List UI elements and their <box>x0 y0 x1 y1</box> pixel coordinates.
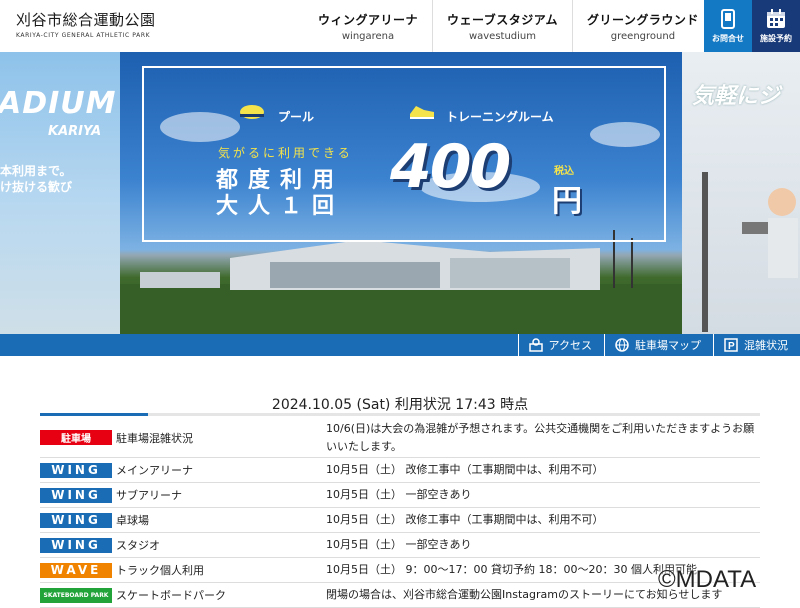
tag-cell: WING <box>40 537 112 553</box>
nav-item-wingarena[interactable]: ウィングアリーナ wingarena <box>304 0 432 52</box>
tag-cell: WAVE <box>40 562 112 578</box>
logo-subtitle: KARIYA-CITY GENERAL ATHLETIC PARK <box>16 32 151 39</box>
slide-caption-2: け抜ける歓び <box>0 180 73 194</box>
hero-slide-next[interactable]: 気軽にジ <box>682 52 800 334</box>
facility-status: 10月5日（土） 改修工事中（工事期間中は、利用不可） <box>326 463 604 476</box>
tag-cell: SKATEBOARD PARK <box>40 587 112 603</box>
calendar-icon <box>767 8 785 28</box>
hero-price: 400 <box>390 132 511 202</box>
status-title: 2024.10.05 (Sat) 利用状況 17:43 時点 <box>271 397 529 413</box>
hero-slide-current[interactable]: プール トレーニングルーム 気がるに利用できる 都度利用 大人１回 400 税込… <box>120 52 682 334</box>
phone-icon <box>721 8 735 29</box>
contact-label: お問合せ <box>712 33 744 43</box>
site-header: 刈谷市総合運動公園 KARIYA-CITY GENERAL ATHLETIC P… <box>0 0 800 52</box>
parking-icon: P <box>724 338 738 352</box>
facility-name: サブアリーナ <box>116 489 182 502</box>
status-table: 駐車場 駐車場混雑状況 10/6(日)は大会の為混雑が予想されます。公共交通機関… <box>40 418 760 608</box>
parking-map-label: 駐車場マップ <box>635 339 701 352</box>
svg-text:P: P <box>728 341 735 352</box>
status-divider <box>40 413 760 416</box>
parking-map-link[interactable]: 駐車場マップ <box>604 334 713 356</box>
tag-cell: WING <box>40 487 112 503</box>
nav-sublabel: wingarena <box>341 30 395 42</box>
main-nav: ウィングアリーナ wingarena ウェーブスタジアム wavestudium… <box>304 0 713 52</box>
reserve-button[interactable]: 施設予約 <box>752 0 800 52</box>
table-row: WING スタジオ 10月5日（土） 一部空きあり <box>40 533 760 558</box>
skateboard-tag: SKATEBOARD PARK <box>40 587 112 603</box>
table-row: 駐車場 駐車場混雑状況 10/6(日)は大会の為混雑が予想されます。公共交通機関… <box>40 418 760 458</box>
access-label: アクセス <box>548 339 592 352</box>
hero-slide-prev[interactable]: ADIUM KARIYA 本利用まで。 け抜ける歓び <box>0 52 120 334</box>
slide-kariya-text: KARIYA <box>48 124 102 139</box>
table-row: WING メインアリーナ 10月5日（土） 改修工事中（工事期間中は、利用不可） <box>40 458 760 483</box>
facility-name: スケートボードパーク <box>116 589 226 602</box>
nav-item-greenground[interactable]: グリーングラウンド greenground <box>571 0 713 52</box>
tag-cell: 駐車場 <box>40 430 112 445</box>
slide-stadium-text: ADIUM <box>0 86 117 121</box>
nav-sublabel: wavestudium <box>468 30 537 42</box>
shoe-icon <box>410 106 434 119</box>
access-icon <box>528 338 543 352</box>
wing-tag: WING <box>40 487 112 503</box>
globe-icon <box>615 338 629 352</box>
site-logo[interactable]: 刈谷市総合運動公園 KARIYA-CITY GENERAL ATHLETIC P… <box>16 9 156 39</box>
wing-tag: WING <box>40 512 112 528</box>
watermark: ©MDATA <box>658 566 757 593</box>
logo-title: 刈谷市総合運動公園 <box>16 11 156 29</box>
nav-item-wavestudium[interactable]: ウェーブスタジアム wavestudium <box>432 0 572 52</box>
facility-status: 10月5日（土） 一部空きあり <box>326 538 472 551</box>
nav-label: ウィングアリーナ <box>318 12 419 27</box>
facility-status: 10/6(日)は大会の為混雑が予想されます。公共交通機関をご利用いただきますよう… <box>326 421 755 453</box>
facility-name: 駐車場混雑状況 <box>116 431 193 445</box>
wave-tag: WAVE <box>40 562 112 578</box>
facility-name: トラック個人利用 <box>116 564 204 577</box>
hero-heading-line2: 大人１回 <box>216 194 345 219</box>
tag-cell: WING <box>40 462 112 478</box>
table-row: WING サブアリーナ 10月5日（土） 一部空きあり <box>40 483 760 508</box>
wing-tag: WING <box>40 462 112 478</box>
contact-button[interactable]: お問合せ <box>704 0 752 52</box>
facility-name: 卓球場 <box>116 514 149 527</box>
hero-carousel[interactable]: ADIUM KARIYA 本利用まで。 け抜ける歓び プール トレーニングルーム… <box>0 52 800 334</box>
table-row: WAVE トラック個人利用 10月5日（土） 9：00～17：00 貸切予約 1… <box>40 558 760 583</box>
table-row: WING 卓球場 10月5日（土） 改修工事中（工事期間中は、利用不可） <box>40 508 760 533</box>
facility-name: メインアリーナ <box>116 464 193 477</box>
hero-yen: 円 <box>552 184 582 219</box>
facility-status: 10月5日（土） 改修工事中（工事期間中は、利用不可） <box>326 513 604 526</box>
access-link[interactable]: アクセス <box>517 334 604 356</box>
facility-status: 10月5日（土） 一部空きあり <box>326 488 472 501</box>
reserve-label: 施設予約 <box>760 33 792 43</box>
hero-subheading: 気がるに利用できる <box>218 146 353 160</box>
wing-tag: WING <box>40 537 112 553</box>
facility-name: スタジオ <box>116 539 160 552</box>
pool-label: プール <box>278 110 315 124</box>
nav-label: グリーングラウンド <box>586 12 699 27</box>
swim-cap-icon <box>240 105 264 119</box>
hero-tax-label: 税込 <box>554 166 574 177</box>
training-room-label: トレーニングルーム <box>446 110 554 124</box>
congestion-label: 混雑状況 <box>744 339 788 352</box>
congestion-link[interactable]: P 混雑状況 <box>713 334 800 356</box>
parking-tag: 駐車場 <box>40 430 112 445</box>
gym-machine-graphic <box>702 172 798 332</box>
quick-links-bar: アクセス 駐車場マップ P 混雑状況 <box>0 334 800 356</box>
nav-label: ウェーブスタジアム <box>447 12 558 27</box>
table-row: SKATEBOARD PARK スケートボードパーク 閉場の場合は、刈谷市総合運… <box>40 583 760 608</box>
tag-cell: WING <box>40 512 112 528</box>
divider-accent <box>40 413 148 416</box>
nav-sublabel: greenground <box>610 30 676 42</box>
slide-caption-1: 本利用まで。 <box>0 164 72 178</box>
